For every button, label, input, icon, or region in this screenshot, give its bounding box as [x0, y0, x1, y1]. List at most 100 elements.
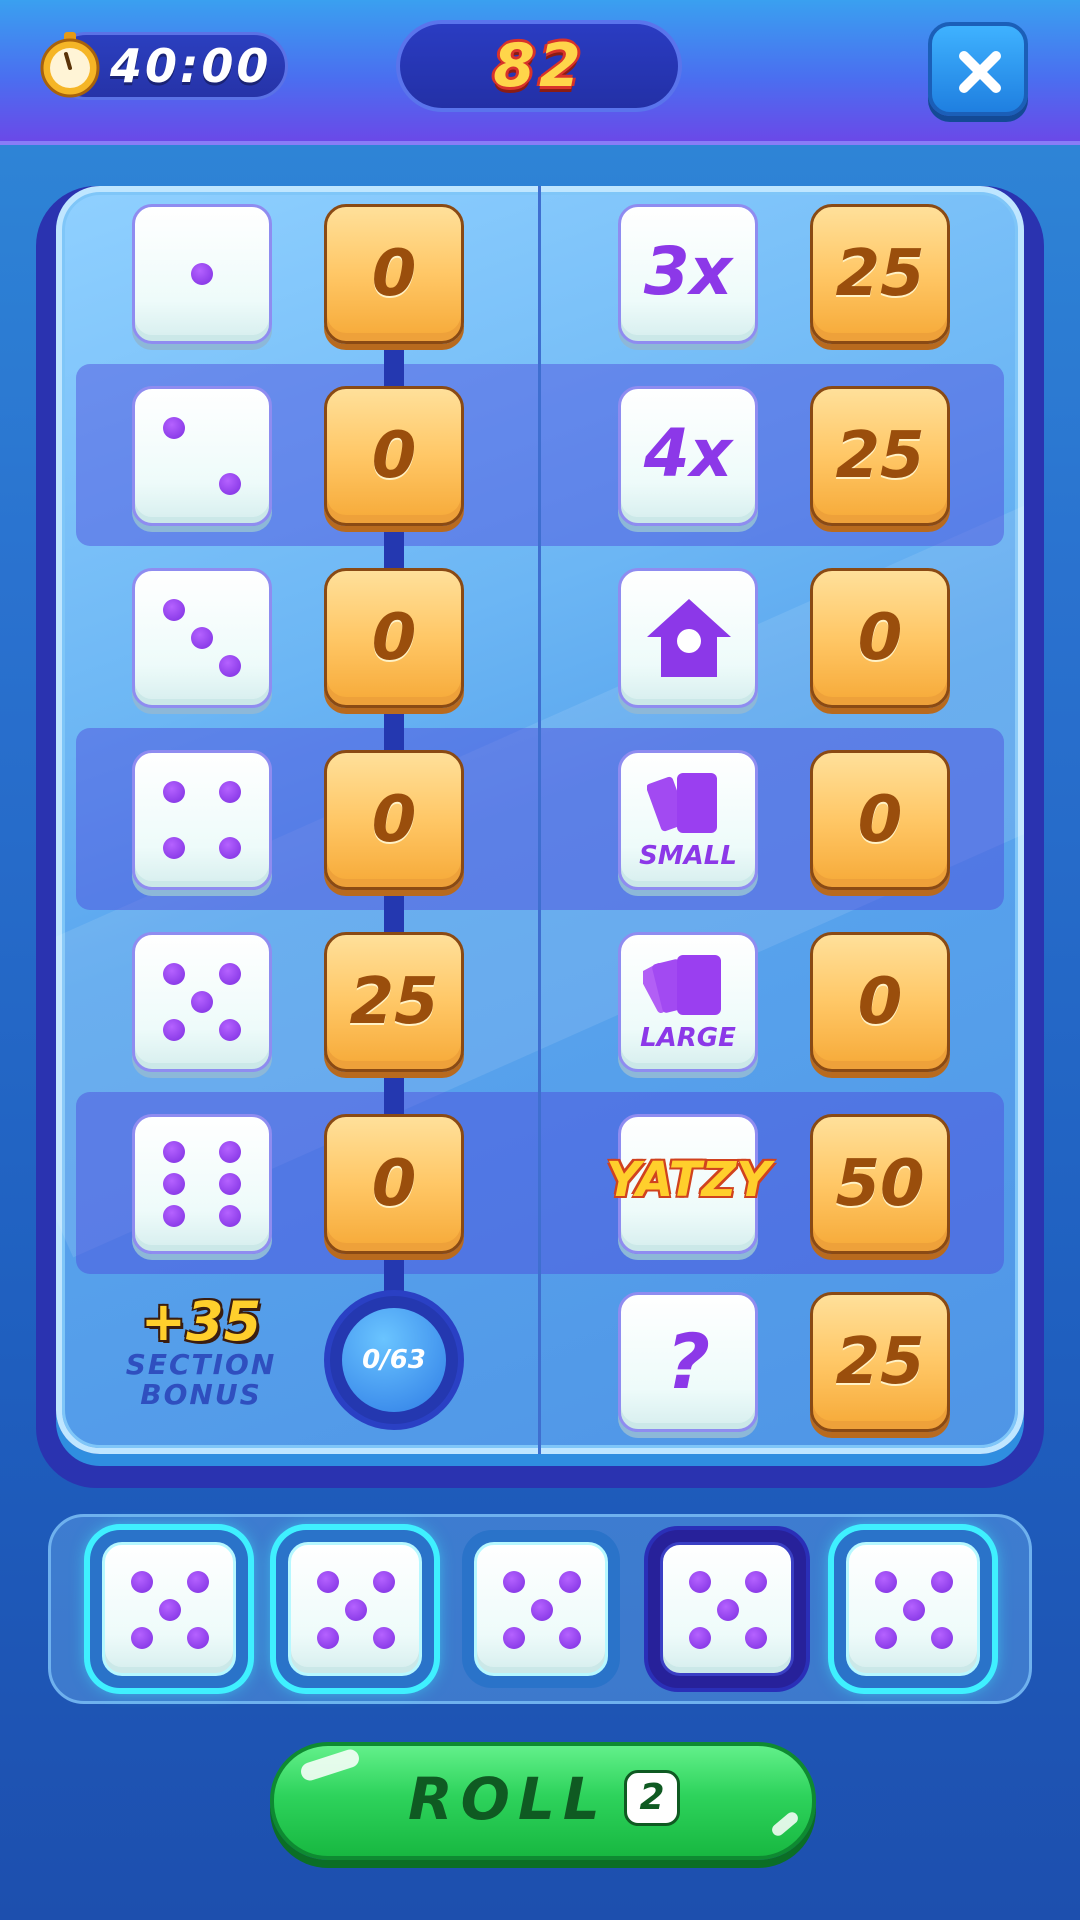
cards-icon — [643, 955, 721, 1015]
close-icon — [959, 51, 1001, 93]
pip — [317, 1627, 339, 1649]
die-slot[interactable] — [90, 1530, 248, 1688]
pip — [163, 1173, 185, 1195]
bonus-progress: 0/63 — [342, 1308, 446, 1412]
die-slot-held[interactable] — [648, 1530, 806, 1688]
pip — [531, 1599, 553, 1621]
pip — [163, 1205, 185, 1227]
pip — [219, 963, 241, 985]
die-slot[interactable] — [276, 1530, 434, 1688]
pip — [187, 1627, 209, 1649]
stopwatch-icon — [40, 32, 100, 98]
close-button[interactable] — [928, 22, 1028, 116]
pip — [559, 1627, 581, 1649]
chance-label: ? — [665, 1317, 711, 1406]
score-ones[interactable]: 0 — [324, 204, 464, 344]
pip — [559, 1571, 581, 1593]
pip — [219, 1141, 241, 1163]
large-straight-label: LARGE — [640, 1023, 736, 1053]
score-fives[interactable]: 25 — [324, 932, 464, 1072]
score-yatzy[interactable]: 50 — [810, 1114, 950, 1254]
pip — [219, 837, 241, 859]
pip — [317, 1571, 339, 1593]
tray-die[interactable] — [288, 1542, 422, 1676]
tray-die[interactable] — [846, 1542, 980, 1676]
pip — [187, 1571, 209, 1593]
category-twos[interactable] — [132, 386, 272, 526]
tray-die[interactable] — [102, 1542, 236, 1676]
category-sixes[interactable] — [132, 1114, 272, 1254]
score-twos[interactable]: 0 — [324, 386, 464, 526]
category-full-house[interactable] — [618, 568, 758, 708]
yatzy-label: YATZY — [606, 1152, 772, 1208]
score-chance[interactable]: 25 — [810, 1292, 950, 1432]
pip — [191, 263, 213, 285]
rolls-left-badge: 2 — [624, 1770, 680, 1826]
pip — [131, 1571, 153, 1593]
pip — [219, 1173, 241, 1195]
category-large-straight[interactable]: LARGE — [618, 932, 758, 1072]
category-small-straight[interactable]: SMALL — [618, 750, 758, 890]
pip — [373, 1571, 395, 1593]
category-three-of-a-kind[interactable]: 3x — [618, 204, 758, 344]
pip — [191, 627, 213, 649]
pip — [219, 1019, 241, 1041]
category-fours[interactable] — [132, 750, 272, 890]
pip — [373, 1627, 395, 1649]
house-icon — [647, 599, 731, 677]
section-bonus-label-line1: SECTION — [125, 1348, 277, 1381]
column-divider — [538, 186, 541, 1454]
pip — [745, 1571, 767, 1593]
pip — [219, 781, 241, 803]
pip — [503, 1571, 525, 1593]
pip — [689, 1571, 711, 1593]
pip — [163, 1141, 185, 1163]
pip — [689, 1627, 711, 1649]
tray-die[interactable] — [474, 1542, 608, 1676]
pip — [931, 1571, 953, 1593]
section-bonus-value: +35 — [140, 1290, 262, 1353]
pip — [745, 1627, 767, 1649]
cards-icon — [647, 773, 717, 833]
pip — [163, 1019, 185, 1041]
roll-button-label: ROLL — [408, 1765, 608, 1833]
pip — [191, 991, 213, 1013]
score-sixes[interactable]: 0 — [324, 1114, 464, 1254]
pip — [163, 417, 185, 439]
pip — [163, 837, 185, 859]
pip — [903, 1599, 925, 1621]
pip — [717, 1599, 739, 1621]
four-of-a-kind-label: 4x — [643, 415, 733, 492]
section-bonus-label-line2: BONUS — [140, 1378, 262, 1411]
score-large-straight[interactable]: 0 — [810, 932, 950, 1072]
score-four-of-a-kind[interactable]: 25 — [810, 386, 950, 526]
tray-die-held[interactable] — [660, 1542, 794, 1676]
pip — [163, 963, 185, 985]
score-three-of-a-kind[interactable]: 25 — [810, 204, 950, 344]
small-straight-label: SMALL — [639, 841, 737, 871]
pip — [931, 1627, 953, 1649]
score-fours[interactable]: 0 — [324, 750, 464, 890]
pip — [163, 781, 185, 803]
die-slot[interactable] — [462, 1530, 620, 1688]
category-four-of-a-kind[interactable]: 4x — [618, 386, 758, 526]
pip — [219, 1205, 241, 1227]
pip — [159, 1599, 181, 1621]
pip — [345, 1599, 367, 1621]
category-chance[interactable]: ? — [618, 1292, 758, 1432]
pip — [163, 599, 185, 621]
pip — [219, 655, 241, 677]
score-threes[interactable]: 0 — [324, 568, 464, 708]
three-of-a-kind-label: 3x — [643, 233, 733, 310]
score-small-straight[interactable]: 0 — [810, 750, 950, 890]
timer-value: 40:00 — [110, 39, 272, 93]
category-threes[interactable] — [132, 568, 272, 708]
category-ones[interactable] — [132, 204, 272, 344]
pip — [875, 1627, 897, 1649]
section-bonus-label: SECTION BONUS — [110, 1350, 292, 1410]
score-full-house[interactable]: 0 — [810, 568, 950, 708]
category-fives[interactable] — [132, 932, 272, 1072]
die-slot[interactable] — [834, 1530, 992, 1688]
pip — [875, 1571, 897, 1593]
pip — [219, 473, 241, 495]
